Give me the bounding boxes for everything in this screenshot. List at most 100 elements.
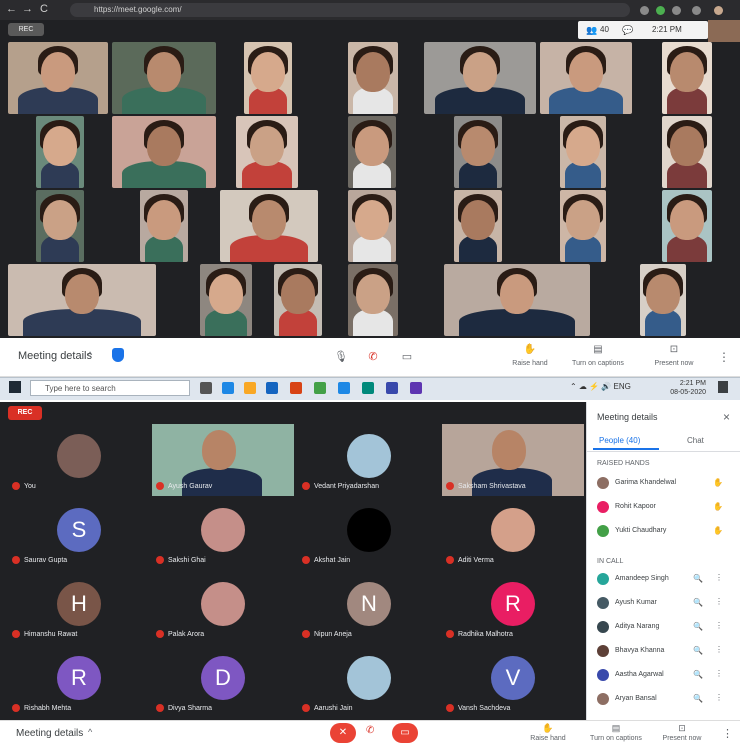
participant-video-tile[interactable] xyxy=(662,190,712,262)
chat-icon[interactable]: 💬 xyxy=(622,21,633,39)
pin-icon[interactable]: 🔍 xyxy=(693,694,703,703)
participant-video-tile[interactable] xyxy=(140,190,188,262)
raise-hand-label[interactable]: Raise hand xyxy=(522,735,574,742)
more-options-icon[interactable]: ⋮ xyxy=(715,597,723,606)
folder-icon[interactable] xyxy=(244,382,256,394)
present-label[interactable]: Present now xyxy=(648,360,700,367)
participant-video-tile[interactable] xyxy=(244,42,292,114)
extension-icon[interactable] xyxy=(672,6,681,15)
edge-icon[interactable] xyxy=(222,382,234,394)
participant-tile[interactable]: R Radhika Malhotra xyxy=(442,572,584,644)
participant-tile[interactable]: R Rishabh Mehta xyxy=(8,646,150,718)
participant-video-tile[interactable] xyxy=(348,42,398,114)
participant-video-tile[interactable] xyxy=(560,116,606,188)
participant-video-tile[interactable] xyxy=(640,264,686,336)
pin-icon[interactable]: 🔍 xyxy=(693,646,703,655)
captions-label[interactable]: Turn on captions xyxy=(566,360,630,367)
meeting-details-button[interactable]: Meeting details xyxy=(16,728,83,739)
profile-icon[interactable] xyxy=(714,6,723,15)
taskbar-clock[interactable]: 2:21 PM 08-05-2020 xyxy=(660,379,706,397)
raise-hand-icon[interactable]: ✋ xyxy=(528,723,568,734)
raise-hand-icon[interactable]: ✋ xyxy=(713,526,723,535)
taskbar-search[interactable]: Type here to search xyxy=(30,380,190,396)
participant-video-tile[interactable] xyxy=(348,190,396,262)
meeting-details-button[interactable]: Meeting details xyxy=(18,350,92,362)
raise-hand-icon[interactable]: ✋ xyxy=(713,502,723,511)
present-icon[interactable]: ⊡ xyxy=(662,723,702,734)
participant-row[interactable]: Ayush Kumar 🔍 ⋮ xyxy=(587,594,740,612)
participant-video-tile[interactable] xyxy=(454,190,502,262)
present-icon[interactable]: ⊡ xyxy=(654,344,694,355)
captions-label[interactable]: Turn on captions xyxy=(584,735,648,742)
people-icon[interactable]: 👥 xyxy=(586,21,597,39)
participant-tile[interactable]: Sakshi Ghai xyxy=(152,498,294,570)
back-button[interactable]: ← xyxy=(6,3,17,15)
participant-row[interactable]: Aryan Bansal 🔍 ⋮ xyxy=(587,690,740,708)
close-icon[interactable]: × xyxy=(723,410,730,424)
participant-video-tile[interactable] xyxy=(662,42,712,114)
pin-icon[interactable]: 🔍 xyxy=(693,598,703,607)
chevron-up-icon[interactable]: ^ xyxy=(88,727,92,737)
shield-icon[interactable] xyxy=(112,348,124,362)
participant-video-tile[interactable] xyxy=(36,190,84,262)
participant-row[interactable]: Aastha Agarwal 🔍 ⋮ xyxy=(587,666,740,684)
participant-tile[interactable]: Akshat Jain xyxy=(298,498,440,570)
participant-video-tile[interactable] xyxy=(36,116,84,188)
end-call-icon[interactable]: ✆ xyxy=(366,725,374,736)
extension-icon[interactable] xyxy=(640,6,649,15)
camera-off-icon[interactable]: ▭ xyxy=(392,723,418,743)
participant-tile[interactable]: Vedant Priyadarshan xyxy=(298,424,440,496)
more-options-icon[interactable]: ⋮ xyxy=(715,645,723,654)
app-icon[interactable] xyxy=(338,382,350,394)
store-icon[interactable] xyxy=(266,382,278,394)
tab-people[interactable]: People (40) xyxy=(599,436,640,445)
participant-video-tile[interactable] xyxy=(662,116,712,188)
raise-hand-label[interactable]: Raise hand xyxy=(505,360,555,367)
raise-hand-icon[interactable]: ✋ xyxy=(510,344,550,355)
captions-icon[interactable]: ▤ xyxy=(578,344,618,355)
participant-row[interactable]: Bhavya Khanna 🔍 ⋮ xyxy=(587,642,740,660)
participant-tile[interactable]: Aditi Verma xyxy=(442,498,584,570)
participant-row[interactable]: Garima Khandelwal ✋ xyxy=(587,474,740,492)
chevron-up-icon[interactable]: ^ xyxy=(88,350,92,360)
participant-tile[interactable]: Saksham Shrivastava xyxy=(442,424,584,496)
participant-video-tile[interactable] xyxy=(348,264,398,336)
notification-icon[interactable] xyxy=(718,381,728,393)
participant-video-tile[interactable] xyxy=(200,264,252,336)
participant-video-tile[interactable] xyxy=(424,42,536,114)
pin-icon[interactable]: 🔍 xyxy=(693,574,703,583)
participant-video-tile[interactable] xyxy=(8,42,108,114)
participant-tile[interactable]: Ayush Gaurav xyxy=(152,424,294,496)
captions-icon[interactable]: ▤ xyxy=(596,723,636,734)
app-icon[interactable] xyxy=(314,382,326,394)
more-options-icon[interactable]: ⋮ xyxy=(715,693,723,702)
participant-video-tile[interactable] xyxy=(112,116,216,188)
participant-row[interactable]: Amandeep Singh 🔍 ⋮ xyxy=(587,570,740,588)
address-bar[interactable]: https://meet.google.com/ xyxy=(70,3,630,17)
participant-row[interactable]: Rohit Kapoor ✋ xyxy=(587,498,740,516)
participant-row[interactable]: Yukti Chaudhary ✋ xyxy=(587,522,740,540)
participant-tile[interactable]: You xyxy=(8,424,150,496)
app-icon[interactable] xyxy=(362,382,374,394)
present-label[interactable]: Present now xyxy=(656,735,708,742)
participant-tile[interactable]: H Himanshu Rawat xyxy=(8,572,150,644)
participant-tile[interactable]: V Vansh Sachdeva xyxy=(442,646,584,718)
pin-icon[interactable]: 🔍 xyxy=(693,622,703,631)
participant-video-tile[interactable] xyxy=(454,116,502,188)
participant-tile[interactable]: Aarushi Jain xyxy=(298,646,440,718)
more-options-icon[interactable]: ⋮ xyxy=(715,573,723,582)
participant-video-tile[interactable] xyxy=(8,264,156,336)
participant-tile[interactable]: D Divya Sharma xyxy=(152,646,294,718)
more-options-icon[interactable]: ⋮ xyxy=(715,669,723,678)
forward-button[interactable]: → xyxy=(22,3,33,15)
extension-icon[interactable] xyxy=(656,6,665,15)
app-icon[interactable] xyxy=(386,382,398,394)
taskview-icon[interactable] xyxy=(200,382,212,394)
more-options-icon[interactable]: ⋮ xyxy=(718,350,730,364)
app-icon[interactable] xyxy=(410,382,422,394)
participant-tile[interactable]: N Nipun Aneja xyxy=(298,572,440,644)
participant-tile[interactable]: Palak Arora xyxy=(152,572,294,644)
participant-video-tile[interactable] xyxy=(540,42,632,114)
extension-icon[interactable] xyxy=(692,6,701,15)
participant-video-tile[interactable] xyxy=(348,116,396,188)
